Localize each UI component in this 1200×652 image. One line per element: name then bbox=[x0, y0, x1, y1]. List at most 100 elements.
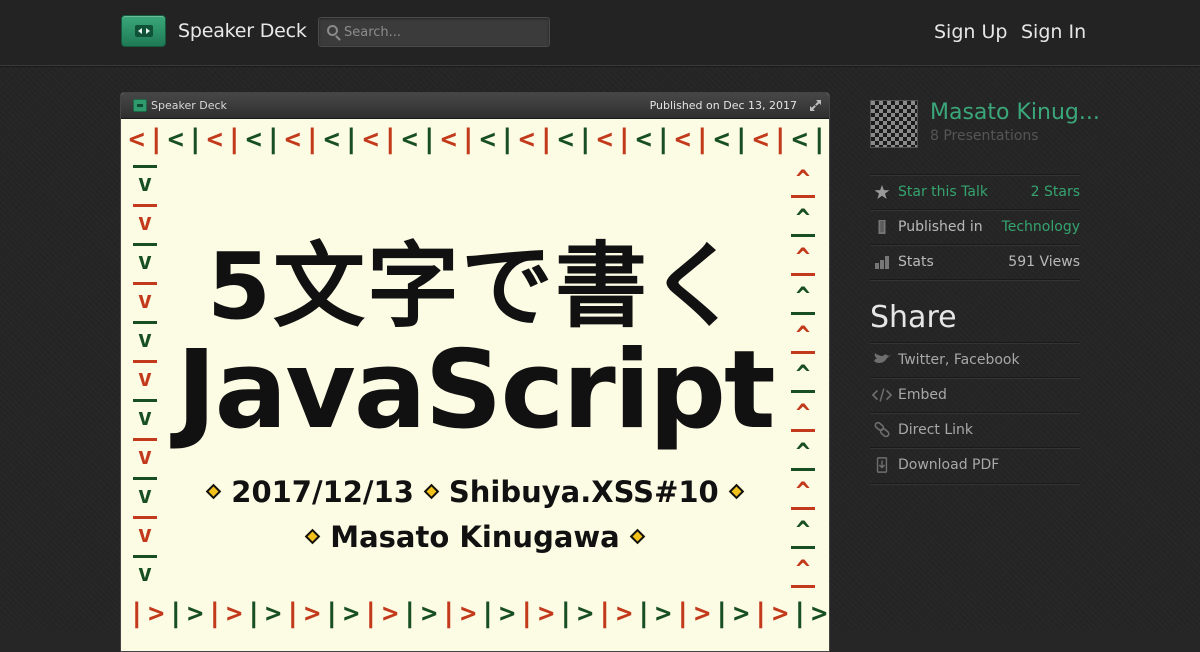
border-glyph: > bbox=[733, 598, 750, 629]
slide-author: Masato Kinugawa bbox=[330, 520, 620, 554]
border-glyph: > bbox=[499, 598, 516, 629]
border-glyph: | bbox=[148, 124, 165, 155]
border-glyph: > bbox=[304, 598, 321, 629]
slide-player: Speaker Deck Published on Dec 13, 2017 <… bbox=[120, 92, 830, 652]
published-in-label: Published in bbox=[898, 219, 983, 235]
border-glyph: > bbox=[421, 598, 438, 629]
border-bar bbox=[791, 585, 815, 588]
slide-date: 2017/12/13 bbox=[231, 475, 414, 509]
speaker-deck-logo-button[interactable] bbox=[121, 15, 166, 47]
border-glyph: > bbox=[655, 598, 672, 629]
border-glyph: | bbox=[791, 598, 808, 629]
border-glyph: v bbox=[137, 169, 153, 197]
share-twitter-facebook-label[interactable]: Twitter, Facebook bbox=[898, 352, 1020, 368]
border-glyph: | bbox=[362, 598, 379, 629]
border-glyph: > bbox=[265, 598, 282, 629]
border-bar bbox=[133, 516, 157, 519]
fullscreen-expand-icon[interactable] bbox=[810, 100, 821, 111]
border-glyph: < bbox=[128, 124, 145, 155]
border-glyph: < bbox=[167, 124, 184, 155]
border-glyph: > bbox=[226, 598, 243, 629]
bar-chart-icon bbox=[875, 256, 889, 269]
slide-title-english: JavaScript bbox=[176, 328, 775, 453]
speaker-deck-mini-logo-icon[interactable] bbox=[133, 99, 147, 112]
brand-name[interactable]: Speaker Deck bbox=[178, 20, 307, 42]
border-bar bbox=[791, 468, 815, 471]
category-link[interactable]: Technology bbox=[1002, 219, 1080, 235]
sign-up-link[interactable]: Sign Up bbox=[934, 21, 1007, 43]
share-heading: Share bbox=[870, 300, 957, 335]
share-embed-row[interactable]: Embed bbox=[870, 377, 1080, 412]
download-icon bbox=[876, 457, 888, 473]
border-glyph: > bbox=[538, 598, 555, 629]
border-glyph: | bbox=[499, 124, 516, 155]
border-glyph: < bbox=[284, 124, 301, 155]
player-brand[interactable]: Speaker Deck bbox=[151, 99, 227, 112]
border-glyph: | bbox=[635, 598, 652, 629]
player-toolbar: Speaker Deck Published on Dec 13, 2017 bbox=[121, 93, 829, 119]
border-glyph-cell: ^ bbox=[785, 165, 821, 204]
share-embed-label[interactable]: Embed bbox=[898, 387, 947, 403]
author-name-link[interactable]: Masato Kinug... bbox=[930, 100, 1100, 125]
border-glyph-cell: v bbox=[127, 555, 163, 594]
border-glyph: | bbox=[518, 598, 535, 629]
border-glyph: | bbox=[479, 598, 496, 629]
views-count: 591 Views bbox=[1008, 254, 1080, 270]
diamond-bullet-icon bbox=[423, 483, 440, 499]
border-bar bbox=[133, 555, 157, 558]
border-bar bbox=[133, 165, 157, 168]
border-glyph: | bbox=[128, 598, 145, 629]
bird-icon bbox=[874, 353, 891, 363]
border-glyph: > bbox=[148, 598, 165, 629]
border-glyph: < bbox=[752, 124, 769, 155]
border-glyph: | bbox=[655, 124, 672, 155]
star-talk-row[interactable]: Star this Talk 2 Stars bbox=[870, 174, 1080, 209]
published-date: Published on Dec 13, 2017 bbox=[649, 99, 797, 112]
border-glyph: > bbox=[382, 598, 399, 629]
slide-canvas[interactable]: <|<|<|<|<|<|<|<|<|<|<|<|<|<|<|<|<|<|<| v… bbox=[121, 120, 829, 651]
logo-icon bbox=[135, 25, 153, 37]
divider bbox=[870, 279, 1080, 280]
star-talk-label[interactable]: Star this Talk bbox=[898, 184, 988, 200]
slide-bottom-border: |>|>|>|>|>|>|>|>|>|>|>|>|>|>|>|>|>|>| bbox=[127, 598, 829, 629]
border-glyph: > bbox=[616, 598, 633, 629]
border-glyph: | bbox=[713, 598, 730, 629]
border-glyph: | bbox=[538, 124, 555, 155]
border-glyph: | bbox=[187, 124, 204, 155]
share-direct-link-label[interactable]: Direct Link bbox=[898, 422, 973, 438]
border-glyph: > bbox=[811, 598, 828, 629]
author-presentation-count[interactable]: 8 Presentations bbox=[930, 128, 1039, 144]
star-count[interactable]: 2 Stars bbox=[1031, 184, 1080, 200]
border-glyph: | bbox=[382, 124, 399, 155]
border-glyph: < bbox=[479, 124, 496, 155]
border-glyph: | bbox=[265, 124, 282, 155]
stats-row[interactable]: Stats 591 Views bbox=[870, 244, 1080, 279]
search-box[interactable] bbox=[318, 17, 550, 47]
link-icon bbox=[874, 422, 890, 438]
border-glyph: > bbox=[460, 598, 477, 629]
border-glyph: < bbox=[713, 124, 730, 155]
border-glyph: < bbox=[518, 124, 535, 155]
sign-in-link[interactable]: Sign In bbox=[1021, 21, 1086, 43]
border-bar bbox=[791, 195, 815, 198]
bookmark-icon bbox=[878, 220, 886, 234]
border-glyph: ^ bbox=[795, 555, 811, 583]
author-avatar[interactable] bbox=[870, 100, 918, 148]
border-glyph: | bbox=[557, 598, 574, 629]
border-glyph-cell: ^ bbox=[785, 555, 821, 594]
share-direct-link-row[interactable]: Direct Link bbox=[870, 412, 1080, 447]
border-glyph: < bbox=[440, 124, 457, 155]
search-input[interactable] bbox=[344, 21, 544, 43]
border-glyph: | bbox=[811, 124, 828, 155]
border-glyph: | bbox=[421, 124, 438, 155]
border-glyph: < bbox=[557, 124, 574, 155]
border-glyph: | bbox=[616, 124, 633, 155]
share-twitter-facebook-row[interactable]: Twitter, Facebook bbox=[870, 342, 1080, 377]
border-glyph: < bbox=[401, 124, 418, 155]
share-download-pdf-label[interactable]: Download PDF bbox=[898, 457, 999, 473]
share-download-pdf-row[interactable]: Download PDF bbox=[870, 447, 1080, 482]
border-glyph: < bbox=[635, 124, 652, 155]
diamond-bullet-icon bbox=[728, 483, 745, 499]
border-glyph: | bbox=[694, 124, 711, 155]
border-glyph: | bbox=[772, 124, 789, 155]
